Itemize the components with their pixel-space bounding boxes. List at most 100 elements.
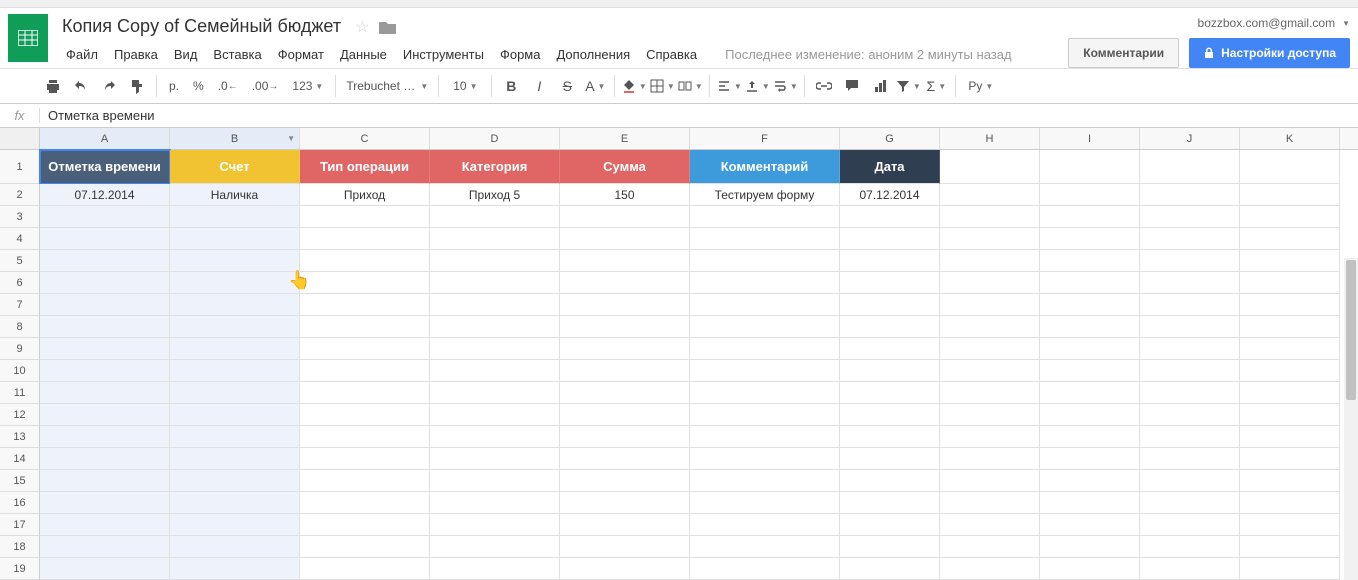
row-header[interactable]: 11 <box>0 382 40 404</box>
col-header-e[interactable]: E <box>560 128 690 149</box>
cell[interactable]: Комментарий <box>690 150 840 184</box>
cell[interactable] <box>940 272 1040 294</box>
cell[interactable] <box>300 536 430 558</box>
cell[interactable] <box>300 316 430 338</box>
cell[interactable] <box>690 470 840 492</box>
cell[interactable] <box>430 360 560 382</box>
cell[interactable] <box>300 558 430 580</box>
cell[interactable] <box>560 448 690 470</box>
cell[interactable] <box>1140 228 1240 250</box>
insert-chart-button[interactable] <box>867 73 893 99</box>
cell[interactable] <box>560 206 690 228</box>
italic-button[interactable]: I <box>526 73 552 99</box>
cell[interactable] <box>430 206 560 228</box>
cell[interactable] <box>690 558 840 580</box>
cell[interactable] <box>940 492 1040 514</box>
cell[interactable] <box>1040 294 1140 316</box>
row-header[interactable]: 8 <box>0 316 40 338</box>
cell[interactable] <box>1040 206 1140 228</box>
menu-form[interactable]: Форма <box>492 43 549 66</box>
cell[interactable] <box>40 448 170 470</box>
cell[interactable] <box>300 294 430 316</box>
cell[interactable]: 07.12.2014 <box>840 184 940 206</box>
cell[interactable] <box>300 404 430 426</box>
cell[interactable] <box>840 338 940 360</box>
cell[interactable] <box>940 184 1040 206</box>
row-header[interactable]: 18 <box>0 536 40 558</box>
cell[interactable] <box>1240 250 1340 272</box>
cell[interactable] <box>430 558 560 580</box>
functions-button[interactable]: Σ▼ <box>923 73 949 99</box>
cell[interactable] <box>840 228 940 250</box>
cell[interactable] <box>300 228 430 250</box>
col-header-i[interactable]: I <box>1040 128 1140 149</box>
cell[interactable] <box>1240 426 1340 448</box>
text-color-button[interactable]: A▼ <box>582 73 608 99</box>
cell[interactable]: 150 <box>560 184 690 206</box>
cell[interactable] <box>170 470 300 492</box>
cell[interactable] <box>40 382 170 404</box>
cell[interactable] <box>170 294 300 316</box>
cell[interactable] <box>560 228 690 250</box>
cell[interactable] <box>170 514 300 536</box>
row-header[interactable]: 15 <box>0 470 40 492</box>
cell[interactable] <box>300 448 430 470</box>
cell[interactable] <box>300 360 430 382</box>
cell[interactable] <box>840 492 940 514</box>
cell[interactable] <box>940 316 1040 338</box>
cell[interactable] <box>1040 514 1140 536</box>
cell[interactable] <box>690 404 840 426</box>
cell[interactable] <box>940 338 1040 360</box>
font-size-select[interactable]: 10 ▼ <box>445 73 485 99</box>
cell[interactable] <box>1140 404 1240 426</box>
cell[interactable] <box>170 272 300 294</box>
cell[interactable] <box>170 250 300 272</box>
cell[interactable] <box>1040 184 1140 206</box>
cell[interactable] <box>1140 316 1240 338</box>
merge-cells-button[interactable]: ▼ <box>677 73 703 99</box>
cell[interactable] <box>40 294 170 316</box>
cell[interactable] <box>300 250 430 272</box>
cell[interactable] <box>1140 150 1240 184</box>
cell[interactable] <box>1240 404 1340 426</box>
cell[interactable] <box>430 404 560 426</box>
cell[interactable]: Дата <box>840 150 940 184</box>
row-header[interactable]: 13 <box>0 426 40 448</box>
cell[interactable] <box>170 426 300 448</box>
cell[interactable] <box>690 448 840 470</box>
fill-color-button[interactable]: ▼ <box>621 73 647 99</box>
cell[interactable] <box>840 250 940 272</box>
cell[interactable] <box>1240 382 1340 404</box>
cell[interactable] <box>1040 338 1140 360</box>
cell[interactable] <box>940 558 1040 580</box>
cell[interactable] <box>1240 228 1340 250</box>
cell[interactable] <box>840 360 940 382</box>
cell[interactable] <box>940 426 1040 448</box>
menu-format[interactable]: Формат <box>270 43 332 66</box>
insert-comment-button[interactable] <box>839 73 865 99</box>
cell[interactable] <box>40 228 170 250</box>
cell[interactable] <box>1240 316 1340 338</box>
cell[interactable]: Категория <box>430 150 560 184</box>
menu-edit[interactable]: Правка <box>106 43 166 66</box>
cell[interactable] <box>840 558 940 580</box>
cell[interactable] <box>170 448 300 470</box>
cell[interactable] <box>430 470 560 492</box>
menu-insert[interactable]: Вставка <box>205 43 269 66</box>
row-header[interactable]: 2 <box>0 184 40 206</box>
folder-icon[interactable] <box>379 20 397 34</box>
cell[interactable] <box>560 294 690 316</box>
currency-format-button[interactable]: р. <box>163 73 185 99</box>
cell[interactable] <box>1040 558 1140 580</box>
menu-help[interactable]: Справка <box>638 43 705 66</box>
cell[interactable] <box>1140 360 1240 382</box>
cell[interactable] <box>1140 470 1240 492</box>
cell[interactable] <box>300 470 430 492</box>
cell[interactable] <box>1040 316 1140 338</box>
cell[interactable] <box>40 272 170 294</box>
decrease-decimal-button[interactable]: .0← <box>212 73 244 99</box>
cell[interactable] <box>560 404 690 426</box>
row-header[interactable]: 5 <box>0 250 40 272</box>
cell[interactable] <box>170 558 300 580</box>
cell[interactable]: 07.12.2014 <box>40 184 170 206</box>
